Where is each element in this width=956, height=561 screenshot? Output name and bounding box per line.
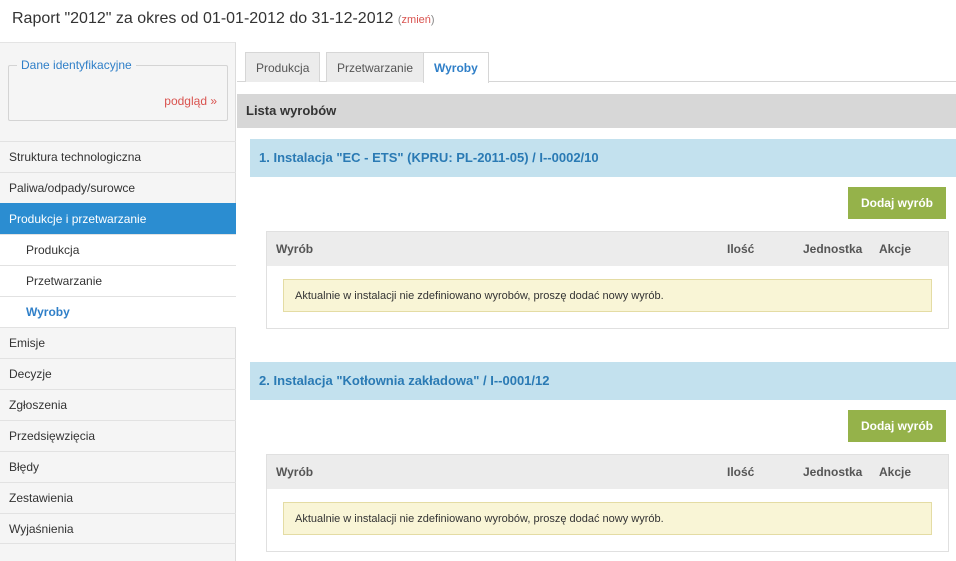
column-unit: Jednostka xyxy=(803,242,863,256)
sidebar-item-przedsiewziecia[interactable]: Przedsięwzięcia xyxy=(0,420,236,451)
sidebar-item-decyzje[interactable]: Decyzje xyxy=(0,358,236,389)
products-table: Wyrób Ilość Jednostka Akcje Aktualnie w … xyxy=(266,231,949,329)
table-header: Wyrób Ilość Jednostka Akcje xyxy=(267,231,948,266)
tab-bar: Produkcja Przetwarzanie Wyroby xyxy=(237,42,956,83)
column-quantity: Ilość xyxy=(727,242,755,256)
sidebar-item-paliwa-odpady-surowce[interactable]: Paliwa/odpady/surowce xyxy=(0,172,236,203)
installation-title: 1. Instalacja "EC - ETS" (KPRU: PL-2011-… xyxy=(250,139,956,177)
table-header: Wyrób Ilość Jednostka Akcje xyxy=(267,454,948,489)
column-actions: Akcje xyxy=(879,465,912,479)
sidebar: Dane identyfikacyjne podgląd » Struktura… xyxy=(0,42,236,561)
sidebar-subitem-wyroby[interactable]: Wyroby xyxy=(0,296,236,327)
add-product-button[interactable]: Dodaj wyrób xyxy=(848,187,946,219)
tab-wyroby[interactable]: Wyroby xyxy=(423,52,489,83)
sidebar-item-produkcje-i-przetwarzanie[interactable]: Produkcje i przetwarzanie xyxy=(0,203,236,234)
products-table: Wyrób Ilość Jednostka Akcje Aktualnie w … xyxy=(266,454,949,552)
identification-legend: Dane identyfikacyjne xyxy=(17,58,136,72)
installation-panel: 1. Instalacja "EC - ETS" (KPRU: PL-2011-… xyxy=(250,139,956,335)
sidebar-subitem-przetwarzanie[interactable]: Przetwarzanie xyxy=(0,265,236,296)
tab-przetwarzanie[interactable]: Przetwarzanie xyxy=(326,52,425,82)
column-quantity: Ilość xyxy=(727,465,755,479)
column-actions: Akcje xyxy=(879,242,912,256)
change-period: (zmień) xyxy=(397,14,435,26)
report-title: Raport "2012" za okres od 01-01-2012 do … xyxy=(12,10,435,36)
tab-produkcja[interactable]: Produkcja xyxy=(245,52,321,82)
report-title-text: Raport "2012" za okres od 01-01-2012 do … xyxy=(12,10,394,27)
sidebar-item-emisje[interactable]: Emisje xyxy=(0,327,236,358)
sidebar-subitem-produkcja[interactable]: Produkcja xyxy=(0,234,236,265)
column-unit: Jednostka xyxy=(803,465,863,479)
sidebar-menu: Struktura technologiczna Paliwa/odpady/s… xyxy=(0,141,236,544)
column-product: Wyrób xyxy=(276,242,314,256)
column-product: Wyrób xyxy=(276,465,314,479)
installation-panel: 2. Instalacja "Kotłownia zakładowa" / I-… xyxy=(250,362,956,561)
sidebar-item-bledy[interactable]: Błędy xyxy=(0,451,236,482)
change-period-link[interactable]: zmień xyxy=(402,14,431,26)
table-body: Aktualnie w instalacji nie zdefiniowano … xyxy=(267,489,948,551)
sidebar-item-zestawienia[interactable]: Zestawienia xyxy=(0,482,236,513)
installation-title: 2. Instalacja "Kotłownia zakładowa" / I-… xyxy=(250,362,956,400)
preview-link[interactable]: podgląd » xyxy=(164,94,217,108)
sidebar-item-zgloszenia[interactable]: Zgłoszenia xyxy=(0,389,236,420)
section-title: Lista wyrobów xyxy=(237,94,956,128)
empty-notice: Aktualnie w instalacji nie zdefiniowano … xyxy=(283,279,932,312)
table-body: Aktualnie w instalacji nie zdefiniowano … xyxy=(267,266,948,328)
sidebar-item-wyjasnienia[interactable]: Wyjaśnienia xyxy=(0,513,236,544)
sidebar-item-struktura-technologiczna[interactable]: Struktura technologiczna xyxy=(0,141,236,172)
add-product-button[interactable]: Dodaj wyrób xyxy=(848,410,946,442)
empty-notice: Aktualnie w instalacji nie zdefiniowano … xyxy=(283,502,932,535)
identification-box: Dane identyfikacyjne podgląd » xyxy=(8,58,228,121)
main-content: Produkcja Przetwarzanie Wyroby Lista wyr… xyxy=(237,42,956,561)
